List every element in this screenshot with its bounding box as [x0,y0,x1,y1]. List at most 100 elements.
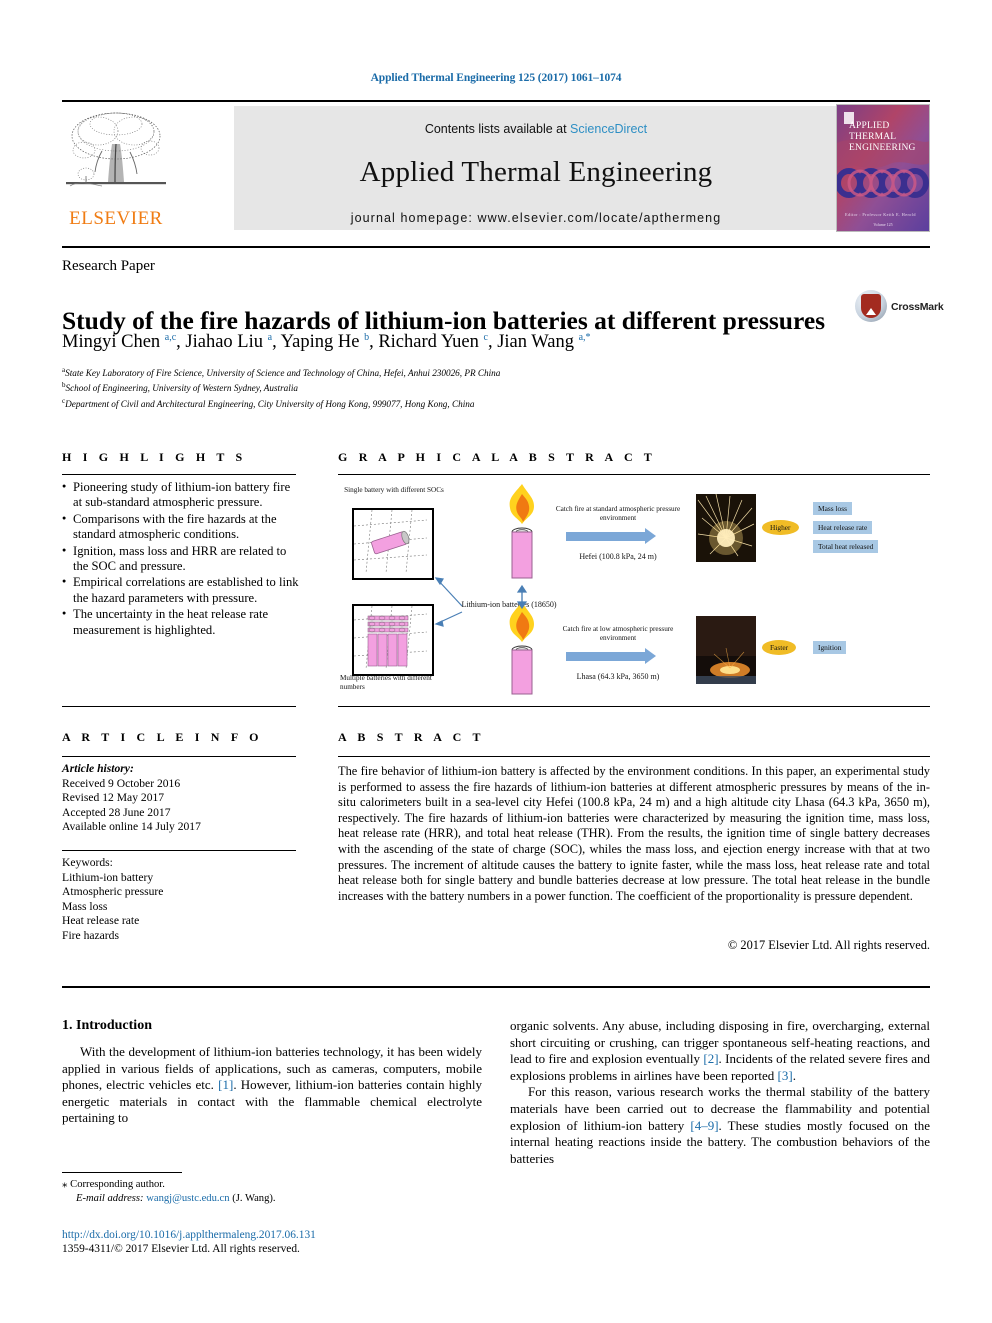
graphical-abstract-heading: G R A P H I C A L A B S T R A C T [338,450,657,464]
ga-tag-heat-release-rate: Heat release rate [813,521,873,534]
article-info-heading: A R T I C L E I N F O [62,730,263,744]
ga-connector-arrows [434,577,463,627]
paper-page: Applied Thermal Engineering 125 (2017) 1… [0,0,992,1323]
ga-arrow-low [566,648,656,664]
elsevier-tree-icon [66,112,166,187]
paragraph-text: With the development of lithium-ion batt… [62,1044,482,1126]
keywords-block: Keywords: Lithium-ion battery Atmospheri… [62,856,302,944]
cover-editor-line: Editor : Professor Keith E. Herold [845,212,916,217]
ga-label-catch-fire-standard: Catch fire at standard atmospheric press… [555,505,681,522]
affiliation-item: bSchool of Engineering, University of We… [62,379,862,394]
graphical-abstract-bottom-rule [338,706,930,707]
email-line: E-mail address: wangj@ustc.edu.cn (J. Wa… [62,1192,482,1206]
journal-cover-thumbnail: APPLIED THERMAL ENGINEERING Editor : Pro… [836,104,930,232]
elsevier-logo: ELSEVIER [62,106,170,230]
abstract-rule [338,756,930,757]
article-history-label: Article history: [62,762,134,775]
article-info-rule [62,756,296,757]
email-label: E-mail address: [76,1192,144,1204]
email-owner: (J. Wang). [232,1192,276,1204]
ga-label-hefei: Hefei (100.8 kPa, 24 m) [579,552,657,561]
sciencedirect-link[interactable]: ScienceDirect [570,122,647,136]
cover-title-line-2: THERMAL [849,132,897,142]
list-item: The uncertainty in the heat release rate… [62,606,302,638]
running-head: Applied Thermal Engineering 125 (2017) 1… [370,72,622,84]
list-item: Comparisons with the fire hazards at the… [62,511,302,543]
cover-title: APPLIED THERMAL ENGINEERING [849,121,916,154]
crossmark-triangle [866,308,876,315]
elsevier-wordmark: ELSEVIER [69,208,163,229]
journal-masthead: ELSEVIER Contents lists available at Sci… [62,100,930,232]
crossmark-label: CrossMark [891,301,944,313]
contents-prefix: Contents lists available at [424,122,571,136]
ga-label-catch-fire-low: Catch fire at low atmospheric pressure e… [562,625,674,642]
paragraph: With the development of lithium-ion batt… [62,1044,482,1127]
sparks-photo [696,494,756,562]
paragraph-text: For this reason, various research works … [510,1084,930,1166]
citation-link[interactable]: [2] [703,1051,718,1066]
keywords-rule [62,850,296,851]
highlights-list: Pioneering study of lithium-ion battery … [62,479,302,639]
keyword-item: Fire hazards [62,928,119,942]
paragraph: For this reason, various research works … [510,1084,930,1167]
graphical-abstract-rule [338,474,930,475]
ga-tag-mass-loss: Mass loss [813,502,852,515]
affiliation-item: cDepartment of Civil and Architectural E… [62,395,862,410]
body-top-divider [62,986,930,988]
affiliation-text: Department of Civil and Architectural En… [65,399,475,409]
ga-label-multiple-batteries: Multiple batteries with different number… [340,674,432,691]
keyword-item: Mass loss [62,899,108,913]
corresponding-marker: ⁎ [62,1178,68,1190]
ga-arrow-standard [566,528,656,544]
highlights-bottom-rule [62,706,296,707]
doi-link[interactable]: http://dx.doi.org/10.1016/j.applthermale… [62,1228,482,1242]
citation-link[interactable]: [4–9] [690,1118,718,1133]
citation-link[interactable]: [3] [778,1068,793,1083]
article-type-label: Research Paper [62,258,155,274]
cover-title-line-1: APPLIED [849,121,890,131]
ga-top-flame-battery-icon [509,484,534,579]
abstract-text: The fire behavior of lithium-ion battery… [338,764,930,903]
keyword-item: Atmospheric pressure [62,885,164,899]
ga-photo-fire-low [696,616,756,684]
email-address-link[interactable]: wangj@ustc.edu.cn [146,1193,229,1204]
title-divider [62,246,930,248]
list-item: Ignition, mass loss and HRR are related … [62,543,302,575]
affiliation-list: aState Key Laboratory of Fire Science, U… [62,364,862,410]
journal-info-box: Contents lists available at ScienceDirec… [234,106,838,230]
abstract-heading: A B S T R A C T [338,730,485,744]
history-item: Revised 12 May 2017 [62,791,165,805]
fire-photo [696,616,756,684]
keyword-item: Lithium-ion battery [62,870,154,884]
article-history-block: Article history: Received 9 October 2016… [62,762,302,835]
crossmark-badge[interactable]: CrossMark [855,290,944,324]
ga-label-lhasa: Lhasa (64.3 kPa, 3650 m) [576,672,660,681]
ga-bottom-flame-battery-icon [509,602,534,695]
corresponding-author-text: Corresponding author. [70,1179,165,1190]
ga-multiple-battery-panel [352,604,434,676]
highlights-heading: H I G H L I G H T S [62,450,247,464]
journal-title: Applied Thermal Engineering [359,156,713,188]
keywords-label: Keywords: [62,856,113,869]
history-item: Accepted 28 June 2017 [62,805,171,819]
body-column-right: organic solvents. Any abuse, including d… [510,1018,930,1167]
body-column-left: With the development of lithium-ion batt… [62,1044,482,1127]
contents-available-line: Contents lists available at ScienceDirec… [234,122,838,136]
ga-grid-icon [354,510,427,573]
citation-link[interactable]: [1] [218,1077,233,1092]
corresponding-author-line: ⁎ Corresponding author. [62,1178,482,1192]
affiliation-text: State Key Laboratory of Fire Science, Un… [65,368,501,379]
paragraph: organic solvents. Any abuse, including d… [510,1018,930,1084]
author-list: Mingyi Chen a,c, Jiahao Liu a, Yaping He… [62,332,591,353]
footnote-block: ⁎ Corresponding author. E-mail address: … [62,1178,482,1205]
list-item: Empirical correlations are established t… [62,574,302,606]
ga-tag-total-heat-released: Total heat released [813,540,879,553]
ga-photo-sparks-standard [696,494,756,562]
ga-grid-icon-2 [354,606,427,669]
ga-label-single-battery: Single battery with different SOCs [344,486,444,494]
crossmark-icon [855,290,887,322]
journal-homepage-link[interactable]: journal homepage: www.elsevier.com/locat… [234,211,838,225]
issn-copyright-line: 1359-4311/© 2017 Elsevier Ltd. All right… [62,1243,300,1256]
graphical-abstract-figure: Single battery with different SOCs Multi… [338,482,930,697]
cover-title-line-3: ENGINEERING [849,143,916,153]
